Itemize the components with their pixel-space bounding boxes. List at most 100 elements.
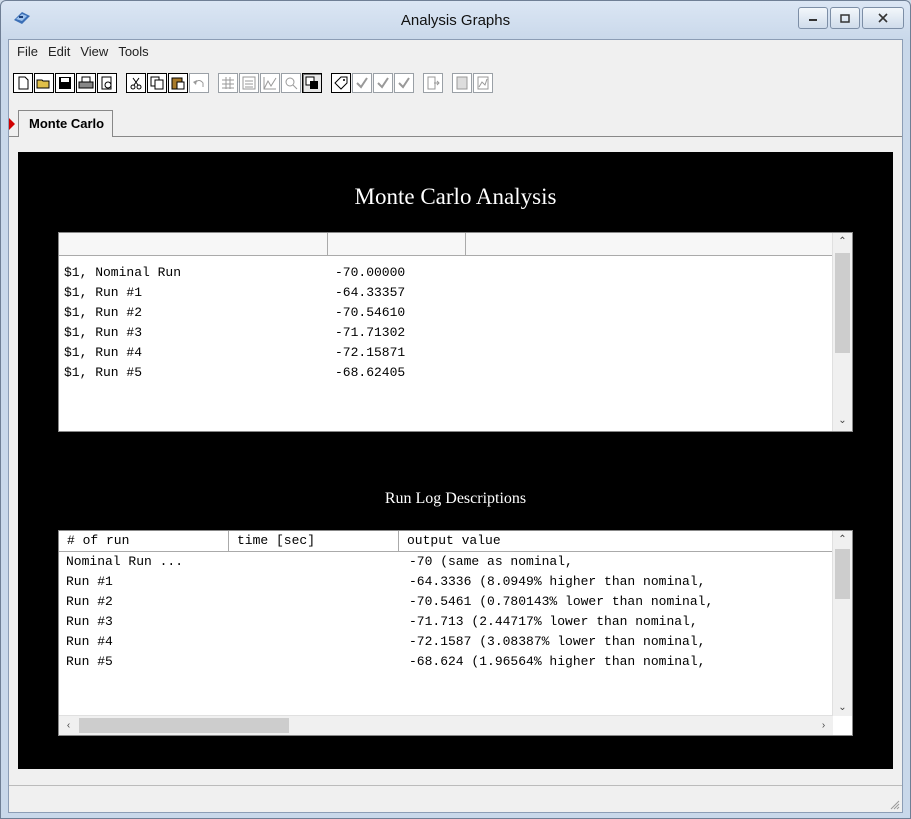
save-icon — [59, 77, 71, 89]
menu-tools[interactable]: Tools — [114, 44, 154, 59]
col-output-header[interactable]: output value — [399, 531, 832, 551]
status-bar — [9, 785, 902, 812]
close-button[interactable] — [862, 7, 904, 29]
tag-button[interactable] — [331, 73, 351, 93]
col-time-header[interactable]: time [sec] — [229, 531, 399, 551]
table-row[interactable]: $1, Run #4 -72.15871 — [59, 343, 832, 363]
resize-grip-icon[interactable] — [888, 798, 900, 810]
menu-view[interactable]: View — [76, 44, 114, 59]
table-row[interactable]: Nominal Run ... -70 (same as nominal, — [59, 552, 832, 572]
run-label: Run #4 — [66, 634, 113, 649]
table-row[interactable]: Run #2 -70.5461 (0.780143% lower than nom… — [59, 592, 832, 612]
run-log-grid[interactable]: # of run time [sec] output value Nominal… — [58, 530, 853, 736]
run-label: Run #1 — [66, 574, 113, 589]
cut-button[interactable] — [126, 73, 146, 93]
save-button[interactable] — [55, 73, 75, 93]
report-chart-icon — [477, 76, 489, 90]
table-row[interactable]: $1, Run #2 -70.54610 — [59, 303, 832, 323]
run-label: Nominal Run ... — [66, 554, 184, 569]
run-label: Run #3 — [66, 614, 113, 629]
log-title: Run Log Descriptions — [384, 490, 527, 507]
run-label: Run #5 — [66, 654, 113, 669]
table-row[interactable]: Run #4 -72.1587 (3.08387% lower than nomi… — [59, 632, 832, 652]
check-button[interactable] — [352, 73, 372, 93]
run-value: -64.33357 — [335, 285, 406, 300]
print-preview-button[interactable] — [97, 73, 117, 93]
menu-bar: File Edit View Tools — [9, 40, 906, 62]
print-button[interactable] — [76, 73, 96, 93]
list-button[interactable] — [239, 73, 259, 93]
check-icon — [356, 77, 368, 89]
copy-button[interactable] — [147, 73, 167, 93]
menu-file[interactable]: File — [13, 44, 44, 59]
col-run-header[interactable]: # of run — [59, 531, 229, 551]
run-name: $1, Run #1 — [64, 285, 143, 300]
grid-button[interactable] — [218, 73, 238, 93]
table-row[interactable]: $1, Run #5 -68.62405 — [59, 363, 832, 383]
table-row[interactable]: $1, Run #1 -64.33357 — [59, 283, 832, 303]
tab-monte-carlo[interactable]: Monte Carlo — [18, 110, 114, 137]
check-tag2-button[interactable] — [394, 73, 414, 93]
zoom-icon — [285, 77, 298, 90]
app-window: Analysis Graphs File Edit View Tools Mon… — [0, 0, 911, 819]
run-output: -71.713 (2.44717% lower than nominal, — [409, 614, 698, 629]
run-log-hscroll-thumb[interactable] — [79, 718, 289, 733]
results-col-2-header[interactable] — [328, 233, 466, 255]
run-output: -72.1587 (3.08387% lower than nominal, — [409, 634, 706, 649]
open-button[interactable] — [34, 73, 54, 93]
results-vertical-scrollbar[interactable]: ⌃ ⌄ — [832, 233, 852, 431]
export-button[interactable] — [423, 73, 443, 93]
print-preview-icon — [101, 76, 112, 90]
menu-edit[interactable]: Edit — [44, 44, 76, 59]
minimize-button[interactable] — [798, 7, 828, 29]
table-row[interactable]: $1, Run #3 -71.71302 — [59, 323, 832, 343]
run-log-vertical-scrollbar[interactable]: ⌃ ⌄ — [832, 531, 852, 716]
report-icon — [456, 76, 468, 90]
results-scroll-thumb[interactable] — [835, 253, 850, 353]
toolbar — [13, 68, 494, 98]
maximize-icon — [840, 13, 850, 23]
run-log-vscroll-thumb[interactable] — [835, 549, 850, 599]
run-name: $1, Run #5 — [64, 365, 143, 380]
report-button[interactable] — [452, 73, 472, 93]
tab-bar: Monte Carlo — [9, 110, 902, 137]
table-row[interactable]: $1, Nominal Run -70.00000 — [59, 263, 832, 283]
run-value: -71.71302 — [335, 325, 406, 340]
copy-icon — [150, 76, 164, 90]
check-tag-icon — [377, 77, 389, 89]
window-button[interactable] — [302, 73, 322, 93]
scroll-left-icon[interactable]: ‹ — [59, 717, 78, 734]
analysis-panel: Monte Carlo Analysis $1, Nominal Run -70.… — [18, 152, 893, 769]
table-row[interactable]: Run #5 -68.624 (1.96564% higher than nomi… — [59, 652, 832, 672]
title-bar[interactable]: Analysis Graphs — [1, 1, 910, 39]
scroll-down-icon[interactable]: ⌄ — [833, 412, 852, 429]
table-row[interactable]: Run #1 -64.3336 (8.0949% higher than nomi… — [59, 572, 832, 592]
run-value: -68.62405 — [335, 365, 406, 380]
report-chart-button[interactable] — [473, 73, 493, 93]
client-area: File Edit View Tools Monte Carlo Monte C… — [8, 39, 903, 813]
results-grid[interactable]: $1, Nominal Run -70.00000 $1, Run #1 -64.3… — [58, 232, 853, 432]
scroll-right-icon[interactable]: › — [814, 717, 833, 734]
scroll-down-icon[interactable]: ⌄ — [833, 699, 852, 716]
scroll-up-icon[interactable]: ⌃ — [833, 531, 852, 548]
paste-icon — [171, 77, 185, 90]
chart-icon — [263, 77, 277, 90]
open-folder-icon — [36, 79, 50, 89]
scroll-up-icon[interactable]: ⌃ — [833, 233, 852, 250]
run-output: -70 (same as nominal, — [409, 554, 573, 569]
table-row[interactable]: Run #3 -71.713 (2.44717% lower than nomin… — [59, 612, 832, 632]
undo-button[interactable] — [189, 73, 209, 93]
zoom-button[interactable] — [281, 73, 301, 93]
chart-button[interactable] — [260, 73, 280, 93]
run-value: -70.00000 — [335, 265, 406, 280]
new-button[interactable] — [13, 73, 33, 93]
run-log-rows: Nominal Run ... -70 (same as nominal, Run… — [59, 552, 832, 672]
run-value: -72.15871 — [335, 345, 406, 360]
paste-button[interactable] — [168, 73, 188, 93]
results-grid-header — [59, 233, 832, 256]
window-title: Analysis Graphs — [400, 12, 511, 29]
run-log-horizontal-scrollbar[interactable]: ‹ › — [59, 715, 833, 735]
check-tag-button[interactable] — [373, 73, 393, 93]
maximize-button[interactable] — [830, 7, 860, 29]
results-col-1-header[interactable] — [59, 233, 328, 255]
